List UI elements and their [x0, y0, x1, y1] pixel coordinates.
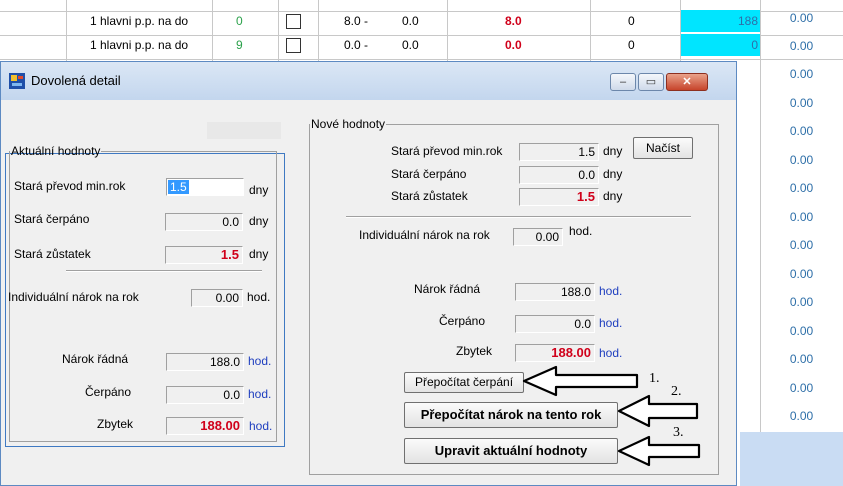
- arrow-1-icon: [522, 365, 639, 397]
- arrow-2-icon: [617, 394, 699, 428]
- annotation-label-3: 3.: [673, 425, 684, 440]
- annotation-label-2: 2.: [671, 384, 682, 399]
- arrow-3-icon: [617, 435, 701, 467]
- annotation-label-1: 1.: [649, 371, 660, 386]
- annotation-overlay: [522, 365, 701, 467]
